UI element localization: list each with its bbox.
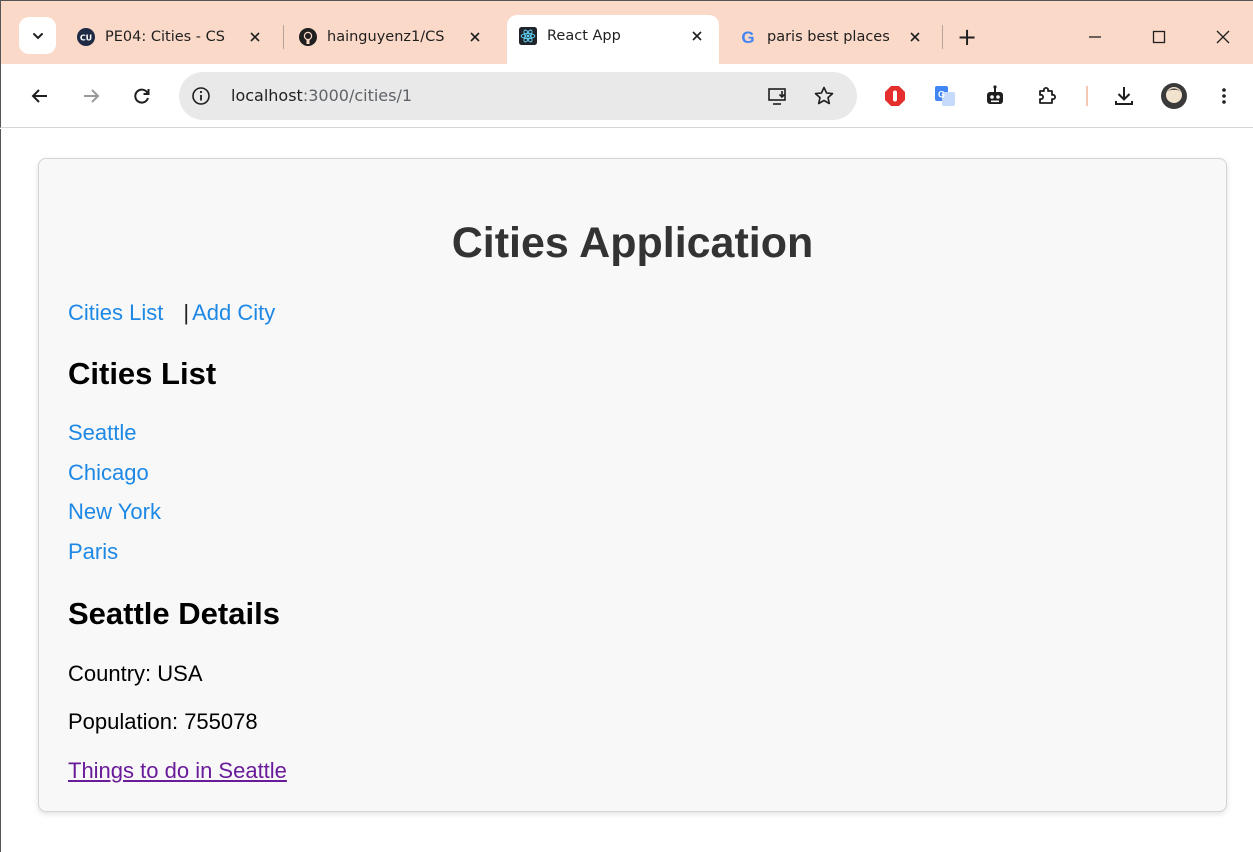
address-bar[interactable]: localhost:3000/cities/1: [179, 72, 857, 120]
close-icon[interactable]: [905, 27, 925, 47]
tab-separator: [283, 25, 284, 49]
close-icon[interactable]: [245, 27, 265, 47]
city-link-chicago[interactable]: Chicago: [68, 460, 149, 485]
reload-icon: [134, 88, 150, 104]
puzzle-icon: [1039, 87, 1056, 104]
extension-adblock[interactable]: [877, 78, 913, 114]
tab-title: paris best places: [767, 29, 890, 45]
url-path: :3000/cities/1: [302, 86, 413, 105]
install-app-icon[interactable]: [766, 84, 790, 108]
svg-text:G: G: [938, 90, 945, 100]
city-details-heading: Seattle Details: [68, 596, 280, 631]
profile-button[interactable]: [1156, 78, 1192, 114]
close-window-button[interactable]: [1201, 17, 1245, 57]
stop-sign-icon: [885, 86, 905, 106]
list-item: Seattle: [68, 421, 161, 461]
tab-react-app[interactable]: React App: [507, 15, 719, 65]
svg-text:CU: CU: [80, 34, 92, 43]
maximize-button[interactable]: [1137, 17, 1181, 57]
url-host: localhost: [231, 86, 303, 105]
browser-toolbar: localhost:3000/cities/1 G: [0, 64, 1253, 128]
tab-strip: CU PE04: Cities - CS hainguyenz1/CS Reac…: [0, 0, 1253, 65]
arrow-right-icon: [84, 89, 100, 103]
back-button[interactable]: [22, 78, 58, 114]
minimize-icon: [1089, 36, 1101, 38]
city-list: Seattle Chicago New York Paris: [68, 421, 161, 579]
tab-title: React App: [547, 28, 621, 44]
reload-button[interactable]: [124, 78, 160, 114]
google-icon: G: [739, 28, 757, 46]
list-item: Chicago: [68, 460, 161, 501]
tab-title: hainguyenz1/CS: [327, 29, 445, 45]
tab-search-button[interactable]: [19, 17, 56, 54]
cities-list-heading: Cities List: [68, 356, 217, 391]
list-item: New York: [68, 500, 161, 540]
app-container: Cities Application Cities List | Add City …: [38, 158, 1227, 812]
tab-separator: [942, 25, 943, 49]
more-vert-icon: [1222, 88, 1226, 104]
close-icon: [1216, 30, 1230, 44]
react-icon: [519, 27, 537, 45]
extension-robot[interactable]: [977, 78, 1013, 114]
nav-add-city-link[interactable]: Add City: [192, 300, 275, 325]
menu-button[interactable]: [1206, 78, 1242, 114]
page-viewport: Cities Application Cities List | Add City …: [0, 129, 1253, 852]
svg-text:G: G: [741, 28, 754, 46]
tab-title: PE04: Cities - CS: [105, 29, 225, 45]
tab-google-search[interactable]: G paris best places: [727, 17, 937, 57]
close-icon[interactable]: [687, 26, 707, 46]
toolbar-separator: [1086, 86, 1088, 106]
forward-button[interactable]: [73, 78, 109, 114]
info-icon[interactable]: [189, 84, 213, 108]
bookmark-star-icon[interactable]: [812, 84, 836, 108]
downloads-button[interactable]: [1106, 78, 1142, 114]
extension-translate[interactable]: G: [927, 78, 963, 114]
list-item: Paris: [68, 539, 161, 580]
download-icon: [1115, 87, 1133, 105]
close-icon[interactable]: [465, 27, 485, 47]
things-to-do-link[interactable]: Things to do in Seattle: [68, 758, 287, 784]
nav-divider: |: [183, 300, 190, 325]
tab-pe04-cities[interactable]: CU PE04: Cities - CS: [65, 17, 277, 57]
main-nav: Cities List | Add City: [68, 300, 275, 326]
robot-icon: [987, 85, 1003, 104]
nav-cities-list-link[interactable]: Cities List: [68, 300, 163, 325]
city-population: Population: 755078: [68, 709, 258, 734]
page-title: Cities Application: [451, 219, 814, 267]
city-link-paris[interactable]: Paris: [68, 539, 118, 564]
chevron-down-icon: [32, 32, 43, 39]
maximize-icon: [1152, 30, 1166, 44]
github-icon: [299, 28, 317, 46]
minimize-button[interactable]: [1073, 17, 1117, 57]
plus-icon: +: [956, 23, 978, 51]
city-link-seattle[interactable]: Seattle: [68, 420, 137, 445]
avatar: [1161, 83, 1187, 109]
cu-icon: CU: [77, 28, 95, 46]
url-text[interactable]: localhost:3000/cities/1: [231, 86, 412, 105]
extensions-button[interactable]: [1029, 78, 1065, 114]
city-country: Country: USA: [68, 661, 203, 686]
tab-github[interactable]: hainguyenz1/CS: [287, 17, 497, 57]
new-tab-button[interactable]: +: [945, 17, 989, 57]
arrow-left-icon: [31, 89, 47, 103]
translate-icon: G: [935, 86, 955, 106]
city-link-new-york[interactable]: New York: [68, 499, 161, 524]
